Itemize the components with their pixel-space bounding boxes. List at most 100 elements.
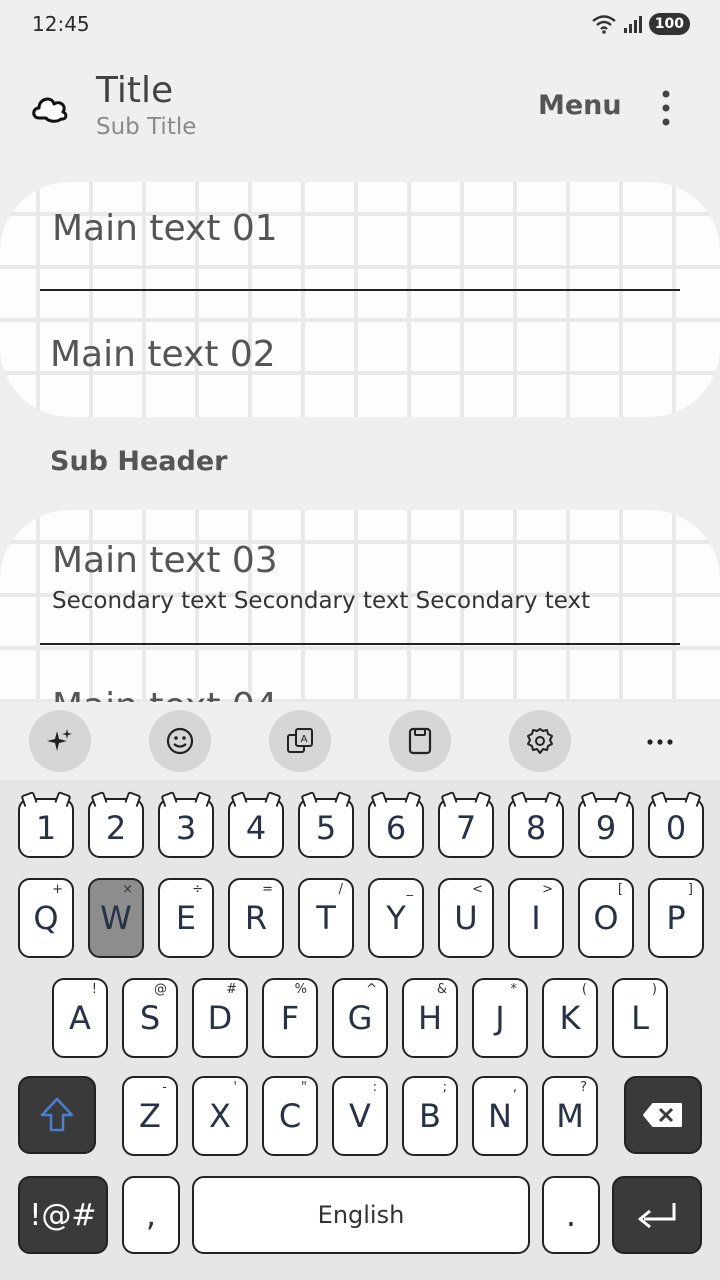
key-g[interactable]: G ^	[332, 978, 388, 1058]
key-label: A	[69, 999, 91, 1037]
backspace-key[interactable]	[624, 1076, 702, 1154]
key-o[interactable]: O[	[578, 878, 634, 958]
status-icons: 100	[591, 12, 690, 36]
shift-icon	[40, 1097, 74, 1132]
backspace-icon	[643, 1103, 682, 1127]
key-hint: #	[226, 982, 237, 997]
period-key[interactable]: .	[542, 1176, 600, 1254]
key-p[interactable]: P]	[648, 878, 704, 958]
key-hint: _	[406, 882, 414, 897]
key-hint: ÷	[192, 882, 203, 897]
key-h[interactable]: H &	[402, 978, 458, 1058]
key-label: S	[139, 999, 161, 1037]
key-label: 9	[595, 809, 617, 847]
key-0[interactable]: 0	[648, 798, 704, 858]
key-l[interactable]: L)	[612, 978, 668, 1058]
key-hint: "	[301, 1080, 307, 1095]
key-label: T	[316, 899, 336, 937]
key-x[interactable]: X '	[192, 1076, 248, 1156]
key-j[interactable]: J *	[472, 978, 528, 1058]
key-f[interactable]: F%	[262, 978, 318, 1058]
key-t[interactable]: T /	[298, 878, 354, 958]
key-u[interactable]: U <	[438, 878, 494, 958]
sparkle-button[interactable]	[29, 710, 91, 772]
key-5[interactable]: 5	[298, 798, 354, 858]
key-hint: +	[52, 882, 63, 897]
key-q[interactable]: Q +	[18, 878, 74, 958]
more-vert-icon[interactable]	[656, 88, 676, 128]
key-r[interactable]: R =	[228, 878, 284, 958]
key-4[interactable]: 4	[228, 798, 284, 858]
key-a[interactable]: A!	[52, 978, 108, 1058]
key-label: H	[417, 999, 443, 1037]
enter-icon	[638, 1203, 676, 1229]
cloud-icon[interactable]	[30, 90, 70, 124]
key-6[interactable]: 6	[368, 798, 424, 858]
keyboard-toolbar: A	[0, 702, 720, 780]
key-2[interactable]: 2	[88, 798, 144, 858]
key-label: P	[666, 899, 686, 937]
key-label: R	[244, 899, 268, 937]
key-z[interactable]: Z-	[122, 1076, 178, 1156]
key-s[interactable]: S @	[122, 978, 178, 1058]
key-e[interactable]: E ÷	[158, 878, 214, 958]
app-bar: Title Sub Title Menu	[0, 60, 720, 156]
key-hint: &	[436, 982, 447, 997]
app-title: Title	[96, 70, 174, 111]
emoji-icon	[166, 727, 194, 755]
key-8[interactable]: 8	[508, 798, 564, 858]
list-item-2[interactable]: Main text 02	[50, 334, 276, 375]
key-hint: ,	[512, 1080, 517, 1095]
emoji-button[interactable]	[149, 710, 211, 772]
key-hint: <	[472, 882, 483, 897]
key-w[interactable]: W ×	[88, 878, 144, 958]
key-9[interactable]: 9	[578, 798, 634, 858]
key-y[interactable]: Y _	[368, 878, 424, 958]
shift-key[interactable]	[18, 1076, 96, 1154]
key-label: K	[559, 999, 581, 1037]
list-item-3-main[interactable]: Main text 03	[52, 540, 278, 581]
key-i[interactable]: I >	[508, 878, 564, 958]
wifi-icon	[592, 15, 616, 34]
translate-button[interactable]: A	[269, 710, 331, 772]
app-subtitle: Sub Title	[96, 114, 197, 140]
menu-button[interactable]: Menu	[538, 90, 622, 121]
key-v[interactable]: V:	[332, 1076, 388, 1156]
enter-key[interactable]	[612, 1176, 702, 1254]
key-label: L	[631, 999, 649, 1037]
key-label: N	[488, 1097, 512, 1135]
more-horiz-button[interactable]	[640, 722, 680, 762]
clipboard-button[interactable]	[389, 710, 451, 772]
list-item-1[interactable]: Main text 01	[52, 208, 278, 249]
svg-text:A: A	[301, 734, 308, 745]
signal-icon	[623, 16, 642, 33]
key-label: I	[531, 899, 541, 937]
key-label: 1	[35, 809, 57, 847]
key-n[interactable]: N,	[472, 1076, 528, 1156]
symbols-key[interactable]: !@#	[18, 1176, 108, 1254]
key-1[interactable]: 1	[18, 798, 74, 858]
key-m[interactable]: M?	[542, 1076, 598, 1156]
divider	[40, 289, 680, 291]
key-hint: >	[542, 882, 553, 897]
key-label: M	[556, 1097, 584, 1135]
key-label: 6	[385, 809, 407, 847]
key-b[interactable]: B;	[402, 1076, 458, 1156]
key-label: Q	[33, 899, 59, 937]
key-3[interactable]: 3	[158, 798, 214, 858]
key-label: 0	[665, 809, 687, 847]
key-hint: ×	[122, 882, 133, 897]
settings-button[interactable]	[509, 710, 571, 772]
key-7[interactable]: 7	[438, 798, 494, 858]
comma-key[interactable]: ,	[122, 1176, 180, 1254]
space-key[interactable]: English	[192, 1176, 530, 1254]
key-c[interactable]: C "	[262, 1076, 318, 1156]
key-k[interactable]: K(	[542, 978, 598, 1058]
key-label: 4	[245, 809, 267, 847]
list-card-1: Main text 01 Main text 02	[0, 182, 720, 417]
key-hint: ^	[366, 982, 377, 997]
key-label: 8	[525, 809, 547, 847]
key-d[interactable]: D #	[192, 978, 248, 1058]
key-hint: *	[510, 982, 518, 997]
more-horiz-icon	[647, 739, 673, 745]
